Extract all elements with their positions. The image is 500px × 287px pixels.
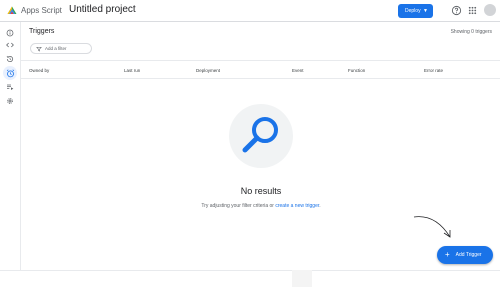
add-filter-label: Add a filter xyxy=(45,46,67,51)
code-icon xyxy=(6,42,14,48)
plus-icon: + xyxy=(445,250,450,259)
divider xyxy=(0,270,500,271)
create-trigger-link[interactable]: create a new trigger xyxy=(275,203,319,209)
rail-item-settings[interactable] xyxy=(3,94,17,108)
rail-item-triggers[interactable] xyxy=(3,66,17,80)
info-icon xyxy=(6,29,14,37)
left-nav-rail xyxy=(0,22,20,287)
alarm-icon xyxy=(6,68,14,77)
empty-hint-suffix: . xyxy=(319,203,321,209)
column-owned-by[interactable]: Owned by xyxy=(29,68,49,73)
settings-icon xyxy=(7,98,13,104)
deploy-button[interactable]: Deploy ▼ xyxy=(398,4,433,18)
empty-state-title: No results xyxy=(240,186,282,196)
apps-script-triggers-page: Apps Script Untitled project Deploy ▼ Tr… xyxy=(0,0,500,287)
page-title: Triggers xyxy=(29,28,55,35)
empty-state-illustration xyxy=(229,104,293,168)
column-deployment[interactable]: Deployment xyxy=(196,68,220,73)
project-title[interactable]: Untitled project xyxy=(69,4,136,15)
triggers-table-header: Owned by Last run Deployment Event Funct… xyxy=(21,60,500,79)
help-icon[interactable] xyxy=(451,5,462,16)
annotation-arrow-icon xyxy=(413,216,451,238)
rail-item-project-history[interactable] xyxy=(3,52,17,66)
top-app-bar: Apps Script Untitled project Deploy ▼ xyxy=(0,0,500,22)
add-filter-button[interactable]: Add a filter xyxy=(30,43,92,54)
rail-item-editor[interactable] xyxy=(3,38,17,52)
column-error-rate[interactable]: Error rate xyxy=(424,68,443,73)
column-function[interactable]: Function xyxy=(348,68,365,73)
history-icon xyxy=(6,55,13,63)
column-last-run[interactable]: Last run xyxy=(124,68,140,73)
chevron-down-icon: ▼ xyxy=(423,8,428,14)
bottom-patch xyxy=(292,270,312,287)
add-trigger-label: Add Trigger xyxy=(455,252,482,258)
avatar[interactable] xyxy=(484,4,496,16)
deploy-label: Deploy xyxy=(405,8,421,14)
column-event[interactable]: Event xyxy=(292,68,304,73)
filter-icon xyxy=(36,46,42,51)
executions-icon xyxy=(7,84,14,90)
rail-item-executions[interactable] xyxy=(3,80,17,94)
apps-script-logo[interactable] xyxy=(6,5,18,17)
apps-grid-icon[interactable] xyxy=(467,5,478,16)
magnifier-icon xyxy=(242,117,278,153)
trigger-count: Showing 0 triggers xyxy=(450,29,492,35)
empty-hint-text: Try adjusting your filter criteria or xyxy=(201,203,276,209)
add-trigger-button[interactable]: + Add Trigger xyxy=(437,246,493,264)
product-name: Apps Script xyxy=(21,6,62,15)
